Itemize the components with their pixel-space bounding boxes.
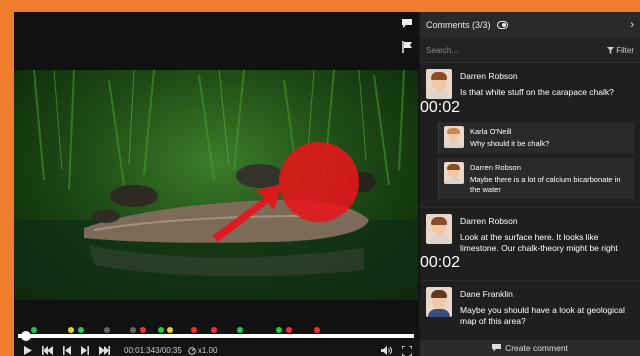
flag-icon[interactable] xyxy=(401,41,413,53)
player-controls: 00:01:343/00:35 x1.00 xyxy=(24,345,412,356)
app-window: 00:01:343/00:35 x1.00 Comments (3/3) › S… xyxy=(14,12,640,356)
comment-text: Look at the surface here. It looks like … xyxy=(460,232,618,253)
timeline-marker[interactable] xyxy=(211,327,218,333)
comment-timestamp[interactable]: 00:02 xyxy=(420,254,640,272)
search-row: Filter xyxy=(420,38,640,63)
reply-text: Maybe there is a lot of calcium bicarbon… xyxy=(470,175,621,194)
reply-author: Darren Robson xyxy=(470,163,521,172)
create-comment-label: Create comment xyxy=(505,343,568,353)
player-tools xyxy=(400,18,414,53)
filter-label: Filter xyxy=(616,45,634,55)
reply-author: Karla O'Neill xyxy=(470,127,512,136)
comment-icon[interactable] xyxy=(401,18,413,29)
avatar xyxy=(444,162,464,184)
comment-reply[interactable]: Karla O'Neill Why should it be chalk? xyxy=(438,122,634,153)
rewind-button[interactable] xyxy=(42,346,53,355)
play-icon xyxy=(24,346,32,355)
reply-text: Why should it be chalk? xyxy=(470,139,550,148)
timeline-marker[interactable] xyxy=(129,327,136,333)
fast-forward-icon xyxy=(99,346,110,355)
comment-icon xyxy=(492,344,502,352)
comment-text: Maybe you should have a look at geologic… xyxy=(460,305,625,326)
timeline-marker[interactable] xyxy=(104,327,111,333)
comment[interactable]: Darren Robson Is that white stuff on the… xyxy=(420,63,640,99)
timeline-marker[interactable] xyxy=(276,327,283,333)
fullscreen-icon[interactable] xyxy=(402,345,412,356)
playback-rate-value: x1.00 xyxy=(197,346,218,355)
timeline-marker[interactable] xyxy=(286,327,293,333)
next-frame-button[interactable] xyxy=(81,346,89,355)
progress-handle[interactable] xyxy=(20,331,31,341)
comment-reply[interactable]: Darren Robson Maybe there is a lot of ca… xyxy=(438,158,634,199)
comment-author: Dane Franklin xyxy=(460,289,513,299)
playback-rate[interactable]: x1.00 xyxy=(188,346,218,355)
comment-timestamp[interactable]: 00:02 xyxy=(420,99,640,117)
comments-list: Darren Robson Is that white stuff on the… xyxy=(420,63,640,340)
comments-title: Comments (3/3) xyxy=(426,20,491,30)
video-frame[interactable] xyxy=(14,70,418,300)
comment[interactable]: Darren Robson Look at the surface here. … xyxy=(420,208,640,254)
timeline[interactable]: 00:01:343/00:35 x1.00 xyxy=(14,327,418,356)
fast-forward-button[interactable] xyxy=(99,346,110,355)
avatar xyxy=(426,287,452,317)
avatar xyxy=(426,214,452,244)
timeline-marker[interactable] xyxy=(157,327,164,333)
comments-header: Comments (3/3) › xyxy=(420,12,640,38)
volume-icon[interactable] xyxy=(381,346,392,355)
collapse-chevron-icon[interactable]: › xyxy=(630,19,634,31)
previous-frame-button[interactable] xyxy=(63,346,71,355)
step-back-icon xyxy=(63,346,71,355)
filter-icon xyxy=(607,46,615,54)
timeline-marker[interactable] xyxy=(78,327,85,333)
timeline-track[interactable] xyxy=(18,327,414,341)
comments-toggle[interactable] xyxy=(496,21,508,29)
step-forward-icon xyxy=(81,346,89,355)
rewind-icon xyxy=(42,346,53,355)
timeline-marker[interactable] xyxy=(30,327,37,333)
create-comment-button[interactable]: Create comment xyxy=(420,340,640,356)
comments-panel: Comments (3/3) › Filter Darren Robson Is… xyxy=(420,12,640,356)
timeline-marker[interactable] xyxy=(167,327,174,333)
comment-author: Darren Robson xyxy=(460,216,518,226)
video-player: 00:01:343/00:35 x1.00 xyxy=(14,12,418,356)
filter-button[interactable]: Filter xyxy=(607,46,634,55)
comment-author: Darren Robson xyxy=(460,71,518,81)
timeline-marker[interactable] xyxy=(313,327,320,333)
timeline-marker[interactable] xyxy=(236,327,243,333)
current-time: 00:01:343/00:35 xyxy=(124,346,182,355)
timeline-marker[interactable] xyxy=(191,327,198,333)
comment-text: Is that white stuff on the carapace chal… xyxy=(460,87,614,97)
search-input[interactable] xyxy=(426,45,608,55)
timeline-marker[interactable] xyxy=(139,327,146,333)
avatar xyxy=(444,126,464,148)
comment[interactable]: Dane Franklin Maybe you should have a lo… xyxy=(420,281,640,327)
avatar xyxy=(426,69,452,99)
play-button[interactable] xyxy=(24,346,32,355)
player-right-controls xyxy=(381,345,412,356)
speed-icon xyxy=(188,346,196,355)
timeline-marker[interactable] xyxy=(68,327,75,333)
